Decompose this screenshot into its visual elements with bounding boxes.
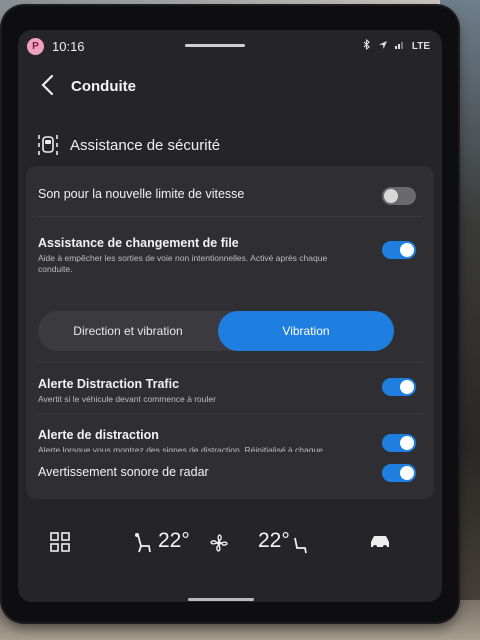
profile-avatar[interactable]: P xyxy=(27,38,44,55)
status-bar: P 10:16 LTE xyxy=(18,30,442,60)
setting-label: Assistance de changement de file xyxy=(38,236,239,250)
feedback-option-vibration[interactable]: Vibration xyxy=(218,311,394,351)
passenger-temperature[interactable]: 22° xyxy=(258,529,290,553)
setting-row-speed-limit-sound[interactable]: Son pour la nouvelle limite de vitesse xyxy=(38,176,422,217)
apps-grid-icon[interactable] xyxy=(50,532,70,558)
setting-label: Avertissement sonore de radar xyxy=(38,465,209,479)
setting-label: Alerte de distraction xyxy=(38,428,159,442)
car-icon[interactable] xyxy=(368,532,392,556)
status-icons: LTE xyxy=(363,38,430,53)
traffic-distraction-alert-toggle[interactable] xyxy=(382,378,416,396)
settings-card: Son pour la nouvelle limite de vitesse A… xyxy=(26,166,434,499)
location-icon xyxy=(378,40,388,53)
setting-row-traffic-distraction-alert[interactable]: Alerte Distraction Trafic Avertit si le … xyxy=(38,362,422,414)
back-button[interactable] xyxy=(40,74,62,98)
setting-description: Aide à empêcher les sorties de voie non … xyxy=(38,253,328,274)
setting-description: Avertit si le véhicule devant commence à… xyxy=(38,394,216,404)
climate-bar: 22° 22° xyxy=(18,520,442,570)
distraction-alert-toggle[interactable] xyxy=(382,434,416,452)
seat-heat-driver-icon[interactable] xyxy=(132,532,154,560)
feedback-option-steering-vibration[interactable]: Direction et vibration xyxy=(38,311,218,351)
network-label: LTE xyxy=(411,40,430,52)
seat-heat-passenger-icon[interactable] xyxy=(292,532,310,560)
bottom-handle[interactable] xyxy=(188,598,254,601)
section-title: Assistance de sécurité xyxy=(70,137,221,154)
setting-row-lane-change-assist: Assistance de changement de file Aide à … xyxy=(38,224,422,308)
setting-label: Son pour la nouvelle limite de vitesse xyxy=(38,187,245,201)
page-title: Conduite xyxy=(71,78,136,95)
settings-card-bottom: Avertissement sonore de radar xyxy=(26,452,434,499)
signal-icon xyxy=(394,40,405,52)
top-handle[interactable] xyxy=(185,44,245,47)
driver-temperature[interactable]: 22° xyxy=(158,529,190,553)
lane-assist-icon xyxy=(38,133,58,157)
feedback-mode-selector: Direction et vibration Vibration xyxy=(38,311,394,351)
lane-change-assist-toggle[interactable] xyxy=(382,241,416,259)
infotainment-screen: P 10:16 LTE Conduite Assistance de sécur… xyxy=(18,30,442,602)
chevron-left-icon xyxy=(41,74,54,96)
radar-audio-warning-toggle[interactable] xyxy=(382,464,416,482)
fan-icon[interactable] xyxy=(208,532,230,560)
bluetooth-icon xyxy=(363,38,371,53)
setting-row-radar-audio-warning[interactable]: Avertissement sonore de radar xyxy=(38,452,422,498)
clock: 10:16 xyxy=(52,39,85,54)
setting-label: Alerte Distraction Trafic xyxy=(38,377,180,391)
speed-limit-sound-toggle[interactable] xyxy=(382,187,416,205)
